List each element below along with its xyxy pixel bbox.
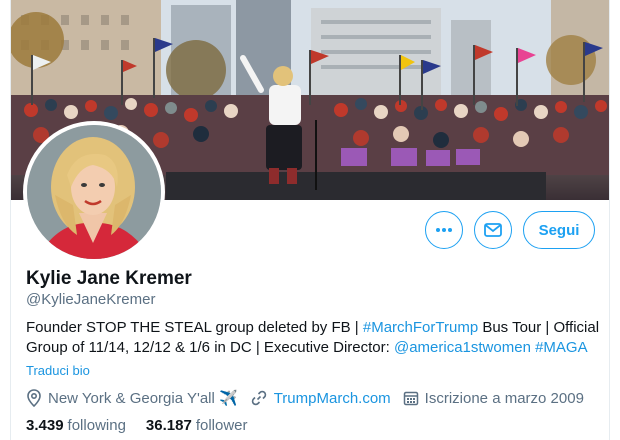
envelope-icon [484, 223, 502, 237]
following-count: 3.439 [26, 417, 64, 434]
message-button[interactable] [474, 211, 512, 249]
hashtag-link[interactable]: #MarchForTrump [363, 319, 478, 336]
website-item: TrumpMarch.com [250, 389, 391, 407]
more-icon [436, 228, 452, 232]
website-link[interactable]: TrumpMarch.com [274, 390, 391, 407]
location-item: New York & Georgia Y'all ✈️ [26, 389, 238, 407]
joined-item: Iscrizione a marzo 2009 [403, 390, 584, 407]
hashtag-link[interactable]: #MAGA [535, 339, 588, 356]
joined-text: Iscrizione a marzo 2009 [424, 389, 584, 407]
profile-card: Segui Kylie Jane Kremer @KylieJaneKremer… [10, 0, 610, 440]
profile-bio: Founder STOP THE STEAL group deleted by … [26, 318, 601, 358]
profile-avatar[interactable] [23, 121, 165, 263]
translate-bio-link[interactable]: Traduci bio [26, 363, 90, 378]
following-stat[interactable]: 3.439 following [26, 417, 126, 434]
location-pin-icon [27, 389, 41, 407]
profile-stats: 3.439 following 36.187 follower [26, 417, 268, 434]
profile-handle: @KylieJaneKremer [26, 291, 156, 308]
follow-button[interactable]: Segui [523, 211, 595, 249]
calendar-icon [403, 391, 418, 406]
bio-text: Founder STOP THE STEAL group deleted by … [26, 319, 363, 336]
profile-name: Kylie Jane Kremer [26, 268, 192, 289]
followers-stat[interactable]: 36.187 follower [146, 417, 248, 434]
mention-link[interactable]: @america1stwomen [394, 339, 531, 356]
following-label: following [67, 417, 126, 434]
more-options-button[interactable] [425, 211, 463, 249]
link-icon [251, 390, 266, 406]
location-text: New York & Georgia Y'all ✈️ [48, 390, 238, 407]
profile-meta: New York & Georgia Y'all ✈️ TrumpMarch.c… [26, 388, 596, 408]
followers-label: follower [195, 417, 248, 434]
followers-count: 36.187 [145, 417, 192, 434]
